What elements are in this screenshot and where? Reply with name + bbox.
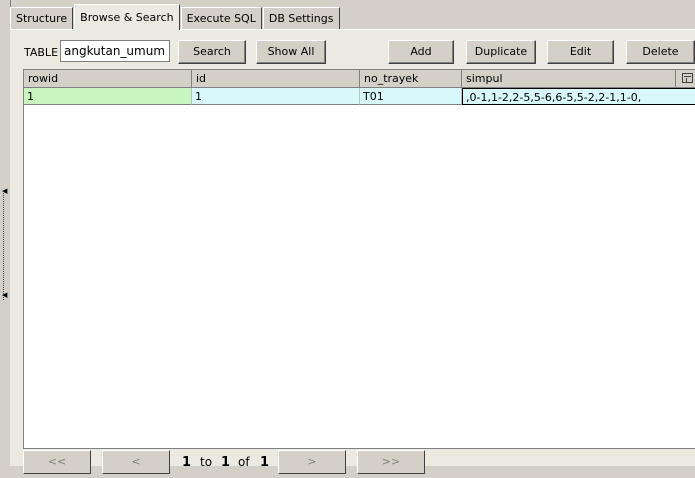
cell-simpul[interactable]: ,0-1,1-2,2-5,5-6,6-5,5-2,2-1,1-0, <box>462 88 695 105</box>
cell-rowid[interactable]: 1 <box>24 88 192 105</box>
next-page-button[interactable]: > <box>278 450 346 474</box>
column-header-no-trayek[interactable]: no_trayek <box>360 70 462 88</box>
pager: << < 1 to 1 of 1 > >> <box>10 448 695 478</box>
delete-button[interactable]: Delete <box>626 40 695 64</box>
tab-browse-search[interactable]: Browse & Search <box>74 4 180 30</box>
column-chooser-button[interactable] <box>676 70 695 88</box>
column-header-simpul[interactable]: simpul <box>462 70 676 88</box>
table-label: TABLE <box>24 46 59 59</box>
last-page-button[interactable]: >> <box>357 450 425 474</box>
cell-no-trayek[interactable]: T01 <box>360 88 462 105</box>
page-from: 1 <box>182 455 192 470</box>
page-total: 1 <box>260 455 270 470</box>
column-header-id[interactable]: id <box>192 70 360 88</box>
add-button[interactable]: Add <box>388 40 454 64</box>
tab-structure[interactable]: Structure <box>10 7 74 29</box>
edit-button[interactable]: Edit <box>547 40 614 64</box>
tab-bar: Structure Browse & Search Execute SQL DB… <box>10 4 341 30</box>
tab-execute-sql[interactable]: Execute SQL <box>180 7 262 29</box>
data-grid[interactable]: rowid id no_trayek simpul 1 1 T01 ,0-1,1… <box>23 69 695 449</box>
page-of-word: of <box>238 455 250 469</box>
first-page-button[interactable]: << <box>23 450 91 474</box>
cell-id[interactable]: 1 <box>192 88 360 105</box>
page-to: 1 <box>221 455 231 470</box>
browse-search-panel: TABLE angkutan_umum Search Show All Add … <box>10 29 695 474</box>
column-chooser-icon <box>682 73 693 83</box>
splitter-grip[interactable] <box>3 190 7 300</box>
show-all-button[interactable]: Show All <box>256 40 326 64</box>
prev-page-button[interactable]: < <box>102 450 170 474</box>
table-row[interactable]: 1 1 T01 ,0-1,1-2,2-5,5-6,6-5,5-2,2-1,1-0… <box>24 88 695 105</box>
column-header-rowid[interactable]: rowid <box>24 70 192 88</box>
splitter-arrow-down-icon[interactable]: ◀ <box>2 292 7 299</box>
duplicate-button[interactable]: Duplicate <box>466 40 536 64</box>
search-button[interactable]: Search <box>178 40 246 64</box>
table-select-input[interactable]: angkutan_umum <box>60 40 170 62</box>
grid-header: rowid id no_trayek simpul <box>24 70 695 88</box>
tab-db-settings[interactable]: DB Settings <box>262 7 340 29</box>
page-to-word: to <box>200 455 213 469</box>
